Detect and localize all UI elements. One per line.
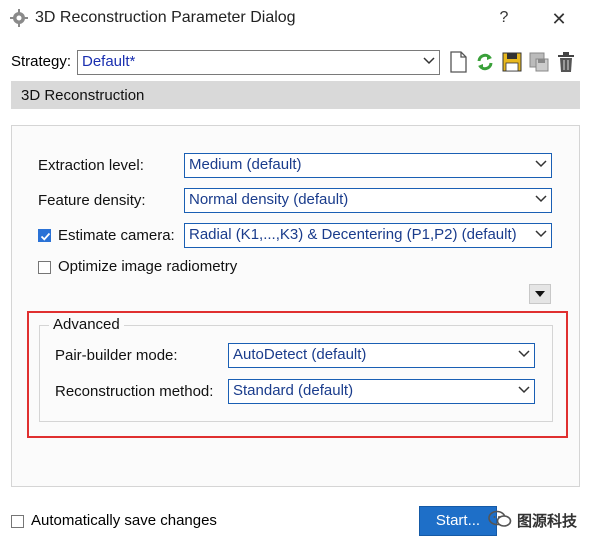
estimate-camera-value: Radial (K1,...,K3) & Decentering (P1,P2)… bbox=[189, 226, 517, 243]
strategy-value: Default* bbox=[82, 53, 136, 70]
help-button[interactable]: ? bbox=[494, 9, 514, 29]
estimate-camera-checkbox[interactable] bbox=[38, 229, 51, 242]
pair-builder-label: Pair-builder mode: bbox=[55, 347, 178, 364]
advanced-group bbox=[39, 325, 553, 422]
feature-density-value: Normal density (default) bbox=[189, 191, 349, 208]
optimize-radiometry-label: Optimize image radiometry bbox=[58, 258, 238, 275]
feature-density-dropdown[interactable]: Normal density (default) bbox=[184, 188, 552, 213]
extraction-level-dropdown[interactable]: Medium (default) bbox=[184, 153, 552, 178]
strategy-dropdown[interactable]: Default* bbox=[77, 50, 440, 75]
extraction-level-value: Medium (default) bbox=[189, 156, 302, 173]
reconstruction-method-dropdown[interactable]: Standard (default) bbox=[228, 379, 535, 404]
pair-builder-dropdown[interactable]: AutoDetect (default) bbox=[228, 343, 535, 368]
chevron-down-icon bbox=[535, 195, 547, 203]
reconstruction-method-value: Standard (default) bbox=[233, 382, 354, 399]
triangle-down-icon bbox=[535, 291, 545, 297]
extraction-level-label: Extraction level: bbox=[38, 157, 144, 174]
advanced-group-title: Advanced bbox=[49, 316, 124, 333]
start-button[interactable]: Start... bbox=[419, 506, 497, 536]
refresh-icon[interactable] bbox=[474, 50, 496, 74]
reconstruction-method-label: Reconstruction method: bbox=[55, 383, 214, 400]
chevron-down-icon bbox=[518, 386, 530, 394]
chevron-down-icon bbox=[535, 160, 547, 168]
estimate-camera-label: Estimate camera: bbox=[58, 227, 175, 244]
autosave-label: Automatically save changes bbox=[31, 512, 217, 529]
estimate-camera-dropdown[interactable]: Radial (K1,...,K3) & Decentering (P1,P2)… bbox=[184, 223, 552, 248]
chevron-down-icon bbox=[423, 57, 435, 65]
wechat-icon bbox=[487, 509, 513, 529]
autosave-checkbox[interactable] bbox=[11, 515, 24, 528]
feature-density-label: Feature density: bbox=[38, 192, 146, 209]
expand-advanced-button[interactable] bbox=[529, 284, 551, 304]
section-title: 3D Reconstruction bbox=[21, 87, 145, 104]
delete-icon[interactable] bbox=[555, 50, 577, 74]
new-document-icon[interactable] bbox=[447, 50, 469, 74]
strategy-label: Strategy: bbox=[11, 53, 72, 70]
chevron-down-icon bbox=[518, 350, 530, 358]
chevron-down-icon bbox=[535, 230, 547, 238]
pair-builder-value: AutoDetect (default) bbox=[233, 346, 367, 363]
optimize-radiometry-checkbox[interactable] bbox=[38, 261, 51, 274]
save-icon[interactable] bbox=[501, 50, 523, 74]
watermark-text: 图源科技 bbox=[517, 513, 578, 530]
checkmark-icon bbox=[40, 232, 51, 241]
window-title: 3D Reconstruction Parameter Dialog bbox=[35, 9, 296, 26]
save-as-icon[interactable] bbox=[528, 50, 550, 74]
gear-icon bbox=[9, 8, 29, 28]
close-button[interactable]: ✕ bbox=[546, 6, 572, 32]
